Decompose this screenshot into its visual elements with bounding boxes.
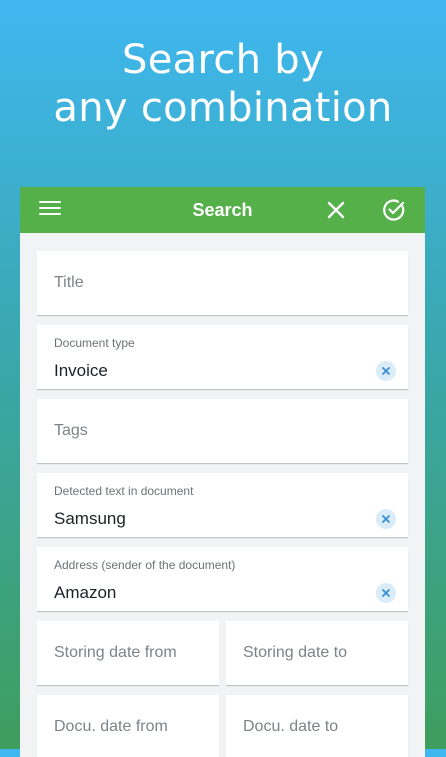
headline-line-2: any combination	[53, 85, 393, 131]
clear-x-icon[interactable]	[376, 583, 396, 603]
title-placeholder: Title	[54, 274, 84, 291]
app-bar: Search	[20, 187, 425, 233]
headline-line-1: Search by	[122, 37, 324, 83]
detected-text-label: Detected text in document	[54, 484, 194, 498]
promo-headline: Search by any combination	[0, 36, 446, 132]
address-label: Address (sender of the document)	[54, 558, 236, 572]
document-type-field[interactable]: Document type Invoice	[37, 325, 408, 390]
detected-text-field[interactable]: Detected text in document Samsung	[37, 473, 408, 538]
clear-x-icon[interactable]	[376, 509, 396, 529]
storing-date-to-placeholder: Storing date to	[243, 644, 348, 661]
storing-date-from-placeholder: Storing date from	[54, 644, 177, 661]
app-bar-title: Search	[192, 200, 253, 220]
address-value: Amazon	[54, 583, 117, 602]
document-type-value: Invoice	[54, 361, 108, 380]
detected-text-value: Samsung	[54, 509, 126, 528]
tags-field[interactable]: Tags	[37, 399, 408, 464]
document-type-label: Document type	[54, 336, 135, 350]
close-icon[interactable]	[324, 198, 348, 222]
docu-date-to-field[interactable]: Docu. date to	[226, 695, 408, 757]
docu-date-to-placeholder: Docu. date to	[243, 718, 339, 735]
address-field[interactable]: Address (sender of the document) Amazon	[37, 547, 408, 612]
title-field[interactable]: Title	[37, 251, 408, 316]
app-screen: Search Title Document type Invoice Tags …	[20, 187, 425, 757]
storing-date-to-field[interactable]: Storing date to	[226, 621, 408, 686]
docu-date-from-placeholder: Docu. date from	[54, 718, 168, 735]
docu-date-from-field[interactable]: Docu. date from	[37, 695, 219, 757]
tags-placeholder: Tags	[54, 422, 88, 439]
storing-date-from-field[interactable]: Storing date from	[37, 621, 219, 686]
clear-x-icon[interactable]	[376, 361, 396, 381]
check-circle-icon[interactable]	[381, 197, 407, 223]
